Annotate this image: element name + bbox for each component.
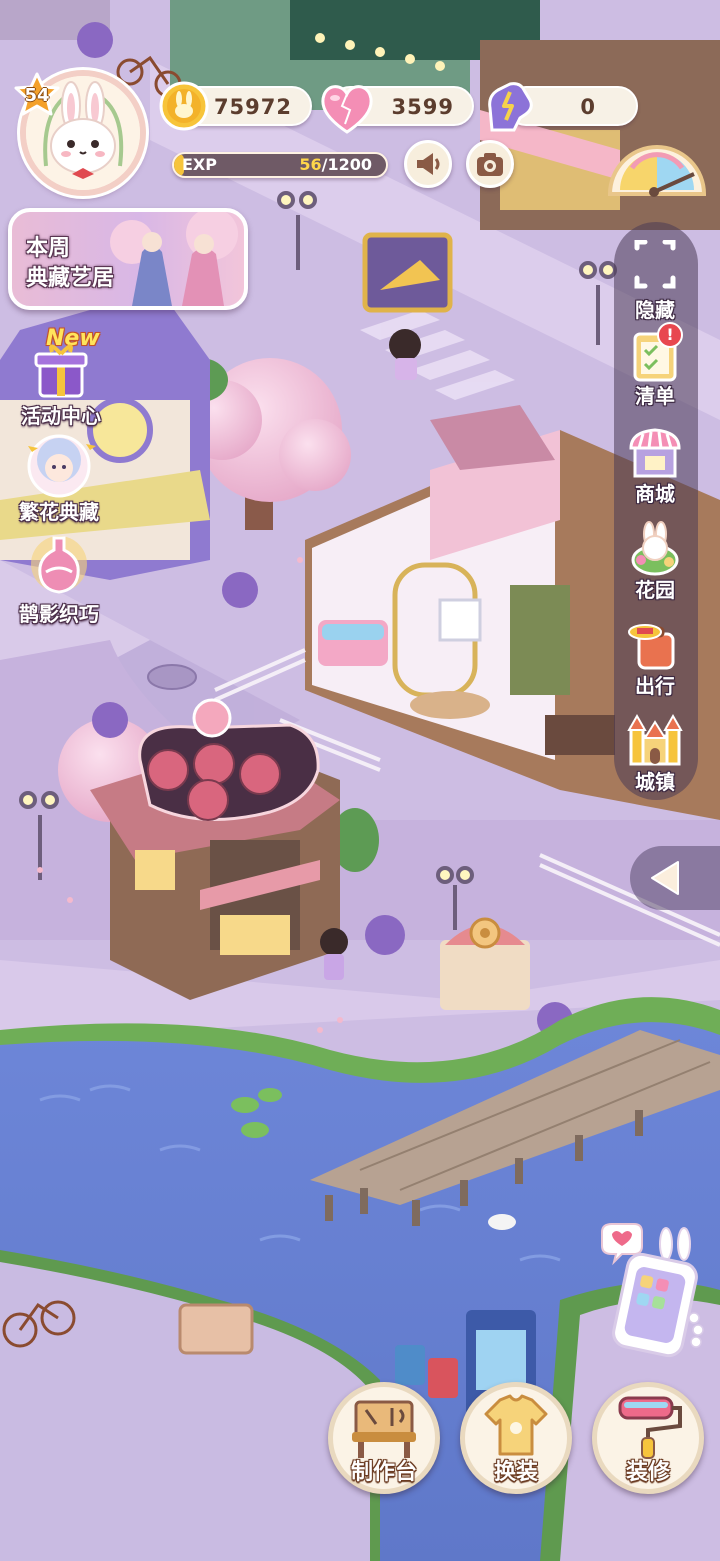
weekly-line-1: 本周 xyxy=(26,236,71,261)
paint-roller-icon xyxy=(618,1396,682,1459)
exp-label: EXP xyxy=(182,155,217,174)
workbench-label: 制作台 xyxy=(350,1460,417,1485)
weekly-banner-text: 本周 典藏艺居 xyxy=(26,234,114,294)
menu-town-label: 城镇 xyxy=(635,770,675,794)
suitcase-icon xyxy=(625,616,685,672)
hide-frame-icon xyxy=(625,239,685,296)
phone-button[interactable] xyxy=(598,1222,708,1360)
megaphone-icon xyxy=(417,153,440,175)
workbench-icon xyxy=(352,1400,416,1458)
menu-garden-label: 花园 xyxy=(635,578,675,602)
announcement-button[interactable] xyxy=(404,140,452,188)
coin-amount: 75972 xyxy=(213,95,292,119)
level-badge: 54 xyxy=(12,72,62,118)
outfit-button[interactable]: 换装 xyxy=(460,1382,572,1494)
level-number: 54 xyxy=(24,84,50,106)
time-dial-icon[interactable] xyxy=(602,128,712,198)
pink-vase-icon xyxy=(16,532,102,604)
menu-shop-label: 商城 xyxy=(635,482,675,506)
menu-hide-label: 隐藏 xyxy=(635,298,675,322)
outfit-label: 换装 xyxy=(493,1460,538,1485)
menu-shop[interactable]: 商城 xyxy=(612,424,698,507)
shirt-icon xyxy=(484,1394,548,1456)
garden-icon xyxy=(625,520,685,576)
castle-icon xyxy=(625,712,685,768)
weekly-line-2: 典藏艺居 xyxy=(26,266,115,291)
exp-max: /1200 xyxy=(321,155,372,174)
glove-icon xyxy=(488,82,533,132)
menu-travel[interactable]: 出行 xyxy=(612,616,698,699)
decorate-button[interactable]: 装修 xyxy=(592,1382,704,1494)
exp-bar: EXP 56/1200 xyxy=(172,152,388,178)
exp-current: 56 xyxy=(299,155,322,174)
exp-value: 56/1200 xyxy=(299,154,372,176)
menu-event-center[interactable]: 活动中心 xyxy=(6,340,116,429)
menu-hide[interactable]: 隐藏 xyxy=(612,239,698,323)
decorate-label: 装修 xyxy=(625,1460,670,1485)
collapse-panel-button[interactable] xyxy=(630,846,720,910)
heart-amount: 3599 xyxy=(391,95,454,119)
weekly-collection-banner[interactable]: 本周 典藏艺居 xyxy=(8,208,248,310)
menu-travel-label: 出行 xyxy=(635,674,675,698)
shop-icon xyxy=(625,424,685,480)
character-portrait-icon xyxy=(16,430,102,502)
camera-icon xyxy=(477,153,503,176)
arrow-left-icon xyxy=(651,861,679,895)
coin-icon xyxy=(159,81,209,131)
pink-heart-icon xyxy=(321,85,373,134)
menu-garden[interactable]: 花园 xyxy=(612,520,698,603)
menu-magpie-weaving[interactable]: 鹊影织巧 xyxy=(4,532,114,627)
gift-box-icon xyxy=(18,340,104,412)
menu-checklist[interactable]: ! 清单 xyxy=(612,322,698,409)
workbench-button[interactable]: 制作台 xyxy=(328,1382,440,1494)
checklist-alert-badge: ! xyxy=(657,322,683,348)
menu-checklist-label: 清单 xyxy=(635,384,675,408)
camera-button[interactable] xyxy=(466,140,514,188)
menu-town[interactable]: 城镇 xyxy=(612,712,698,795)
menu-flower-collection[interactable]: 繁花典藏 xyxy=(4,430,114,525)
checklist-icon: ! xyxy=(625,322,685,382)
phone-icon xyxy=(601,1223,704,1358)
energy-amount: 0 xyxy=(580,95,596,119)
